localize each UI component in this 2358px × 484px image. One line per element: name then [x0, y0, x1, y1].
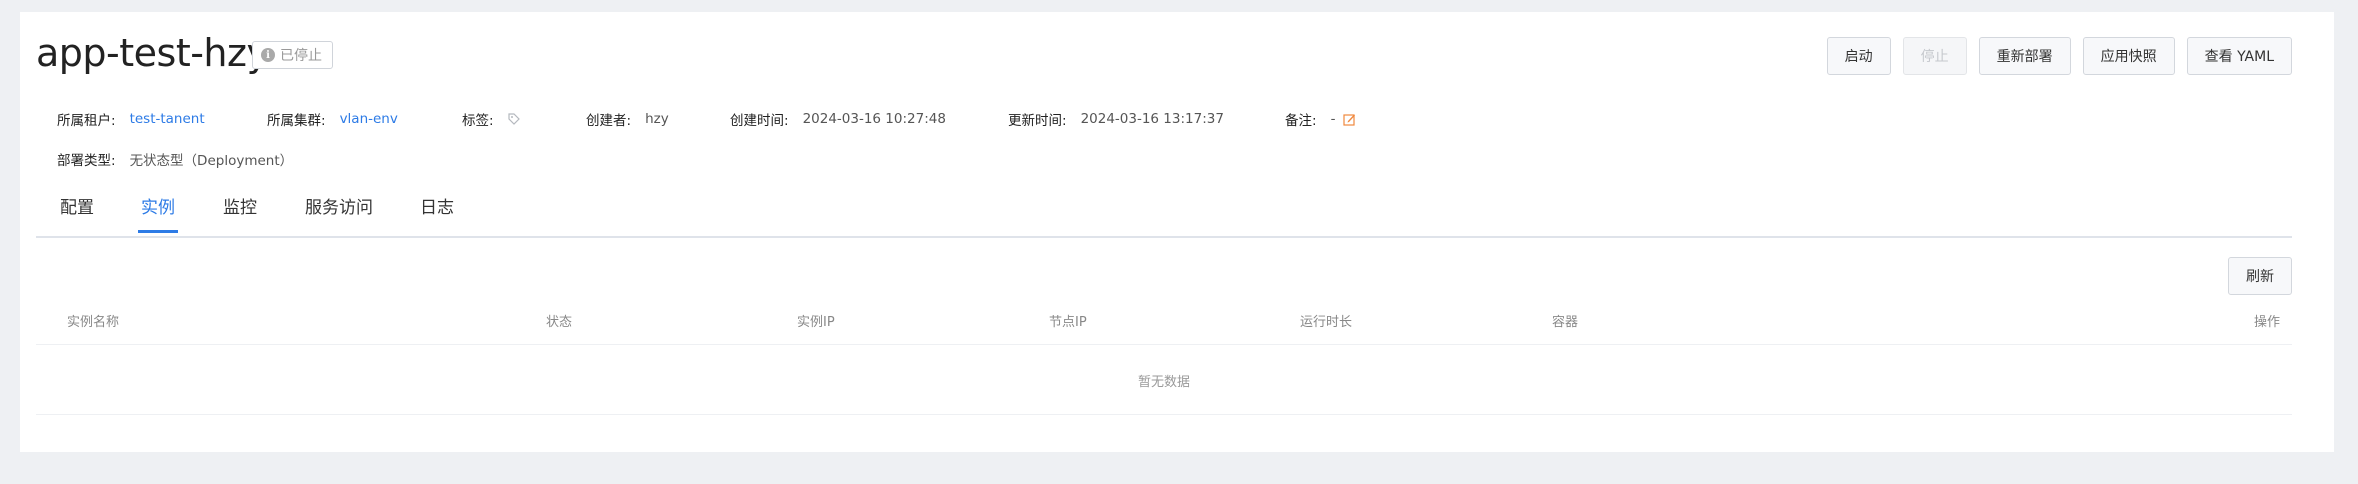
col-node-ip[interactable]: 节点IP	[1049, 310, 1087, 336]
stop-button[interactable]: 停止	[1902, 37, 1967, 75]
created-value: 2024-03-16 10:27:48	[802, 111, 946, 127]
tab-logs[interactable]: 日志	[420, 195, 454, 237]
tab-service-access[interactable]: 服务访问	[305, 195, 373, 237]
meta-tags: 标签:	[462, 109, 520, 129]
deploy-type-value: 无状态型（Deployment）	[129, 153, 294, 169]
meta-deploy-type: 部署类型: 无状态型（Deployment）	[57, 149, 293, 169]
remark-value: -	[1330, 111, 1336, 127]
cluster-label: 所属集群:	[267, 113, 326, 129]
start-button[interactable]: 启动	[1826, 37, 1891, 75]
remark-label: 备注:	[1285, 113, 1317, 129]
updated-value: 2024-03-16 13:17:37	[1080, 111, 1224, 127]
tags-label: 标签:	[462, 113, 494, 129]
tab-config[interactable]: 配置	[60, 195, 94, 237]
page-title: app-test-hzy	[36, 31, 269, 75]
col-uptime[interactable]: 运行时长	[1300, 310, 1352, 336]
meta-created: 创建时间: 2024-03-16 10:27:48	[730, 109, 946, 129]
deploy-type-label: 部署类型:	[57, 153, 116, 169]
tab-instances[interactable]: 实例	[138, 195, 178, 237]
meta-creator: 创建者: hzy	[586, 109, 669, 129]
snapshot-button[interactable]: 应用快照	[2082, 37, 2175, 75]
tag-icon[interactable]	[507, 113, 520, 125]
meta-tenant: 所属租户: test-tanent	[57, 109, 205, 129]
created-label: 创建时间:	[730, 113, 789, 129]
col-containers[interactable]: 容器	[1552, 310, 1578, 336]
tenant-label: 所属租户:	[57, 113, 116, 129]
redeploy-button[interactable]: 重新部署	[1978, 37, 2071, 75]
col-actions: 操作	[2253, 315, 2280, 330]
tab-monitoring[interactable]: 监控	[223, 195, 257, 237]
table-header: 实例名称 状态 实例IP 节点IP 运行时长 容器 操作	[36, 310, 2292, 345]
tab-bar: 配置 实例 监控 服务访问 日志	[36, 195, 2292, 239]
edit-icon[interactable]	[1343, 113, 1356, 126]
info-icon: i	[261, 48, 275, 62]
creator-label: 创建者:	[586, 113, 632, 129]
refresh-button[interactable]: 刷新	[2228, 257, 2292, 295]
meta-remark: 备注: -	[1285, 109, 1356, 129]
status-badge: i 已停止	[252, 41, 333, 69]
cluster-link[interactable]: vlan-env	[340, 111, 398, 127]
empty-state: 暂无数据	[36, 346, 2292, 415]
col-instance-name[interactable]: 实例名称	[67, 310, 119, 336]
meta-cluster: 所属集群: vlan-env	[267, 109, 398, 129]
col-status[interactable]: 状态	[546, 310, 572, 336]
updated-label: 更新时间:	[1008, 113, 1067, 129]
tabs-divider	[36, 236, 2292, 238]
action-toolbar: 启动 停止 重新部署 应用快照 查看 YAML	[1826, 37, 2292, 75]
col-instance-ip[interactable]: 实例IP	[797, 310, 835, 336]
tenant-link[interactable]: test-tanent	[130, 111, 205, 127]
view-yaml-button[interactable]: 查看 YAML	[2186, 37, 2292, 75]
creator-value: hzy	[645, 111, 669, 127]
meta-updated: 更新时间: 2024-03-16 13:17:37	[1008, 109, 1224, 129]
status-text: 已停止	[280, 48, 322, 64]
